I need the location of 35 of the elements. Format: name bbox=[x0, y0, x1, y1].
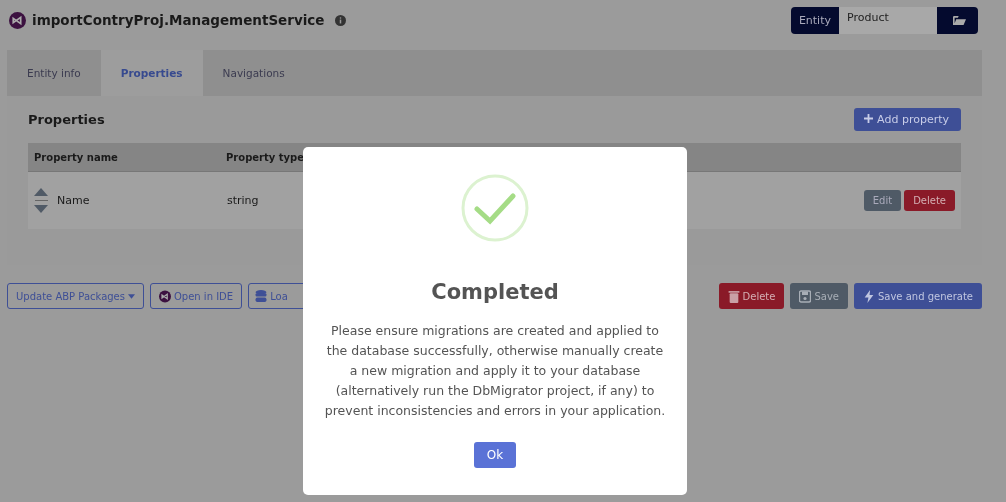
database-icon bbox=[255, 289, 268, 303]
info-icon bbox=[334, 14, 346, 26]
delete-button[interactable]: Delete bbox=[718, 283, 785, 309]
save-and-generate-button[interactable]: Save and generate bbox=[853, 283, 982, 309]
dialog-message: Please ensure migrations are created and applied to the database successfully, otherwise manually create a new migration and apply it to your database (alternatively run the DbMigrator project, if any) to prevent inconsistencies and errors in your application. bbox=[323, 322, 667, 420]
add-property-button[interactable]: Add property bbox=[854, 108, 961, 131]
entity-field[interactable]: Product bbox=[839, 6, 937, 34]
column-header: Property name bbox=[33, 151, 119, 163]
table-cell: string bbox=[227, 194, 259, 207]
folder-icon[interactable] bbox=[953, 14, 966, 26]
delete-button[interactable]: Delete bbox=[904, 190, 955, 211]
project-title: importContryProj.ManagementService bbox=[32, 12, 325, 28]
open-ide-button[interactable]: Open in IDE bbox=[149, 283, 243, 309]
success-check-icon bbox=[461, 174, 529, 242]
ok-button[interactable]: Ok bbox=[473, 442, 517, 468]
table-cell-text: Name bbox=[56, 194, 91, 207]
column-header: Property type bbox=[225, 151, 305, 163]
move-up-icon[interactable] bbox=[34, 188, 48, 196]
edit-button[interactable]: Edit bbox=[863, 190, 902, 211]
tab[interactable]: Properties bbox=[100, 50, 203, 96]
caret-icon bbox=[127, 293, 135, 299]
save-button[interactable]: Save bbox=[790, 283, 848, 309]
app-logo-icon bbox=[158, 289, 171, 303]
dialog-title: Completed bbox=[431, 280, 559, 304]
trash-icon bbox=[727, 289, 740, 303]
app-logo-icon bbox=[9, 11, 26, 29]
tab[interactable]: Navigations bbox=[202, 50, 305, 96]
plus-icon bbox=[864, 114, 874, 123]
entity-selector[interactable]: Entity Product bbox=[790, 6, 978, 34]
tab[interactable]: Entity info bbox=[7, 50, 101, 96]
update-packages-dropdown[interactable]: Update ABP Packages bbox=[7, 283, 144, 309]
lightning-icon bbox=[862, 289, 875, 303]
entity-label: Entity bbox=[797, 12, 832, 29]
move-down-icon[interactable] bbox=[34, 205, 48, 213]
section-heading: Properties bbox=[28, 112, 105, 127]
